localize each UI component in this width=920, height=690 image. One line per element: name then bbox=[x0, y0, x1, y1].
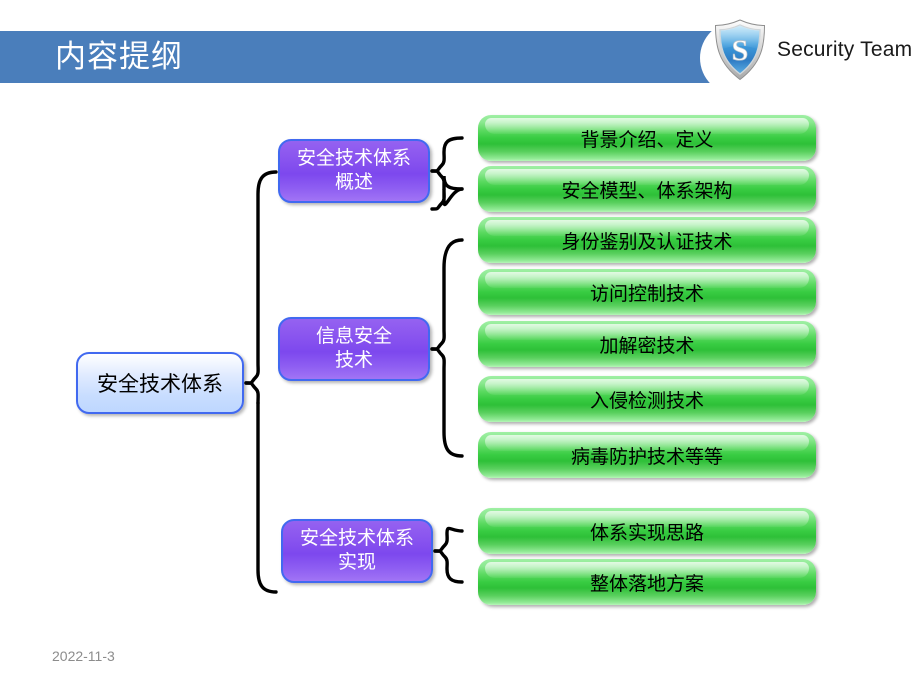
node-branch-1-label: 安全技术体系 概述 bbox=[296, 148, 411, 193]
slide-date: 2022-11-3 bbox=[52, 648, 115, 664]
node-branch-3[interactable]: 安全技术体系 实现 bbox=[281, 519, 433, 583]
node-root-label: 安全技术体系 bbox=[97, 373, 223, 396]
connector-branch2-brace-upper bbox=[430, 238, 464, 351]
node-branch-3-label: 安全技术体系 实现 bbox=[299, 528, 414, 573]
node-leaf-label: 安全模型、体系架构 bbox=[561, 180, 733, 202]
diagram-bracket-tree: 安全技术体系 安全技术体系 概述 信息安全 技术 安全技术体系 实现 背景介绍、… bbox=[0, 0, 920, 690]
node-branch-2[interactable]: 信息安全 技术 bbox=[278, 317, 430, 381]
node-leaf-label: 身份鉴别及认证技术 bbox=[561, 231, 733, 253]
slide-canvas: 内容提纲 S Security Team 安全技术体系 安全技术体系 概述 信息… bbox=[0, 0, 920, 690]
node-leaf-label: 整体落地方案 bbox=[589, 573, 704, 595]
node-root[interactable]: 安全技术体系 bbox=[76, 352, 244, 414]
node-branch-2-label: 信息安全 技术 bbox=[315, 326, 392, 371]
connector-branch2-brace-lower bbox=[430, 347, 464, 458]
node-leaf[interactable]: 病毒防护技术等等 bbox=[478, 432, 816, 478]
node-leaf[interactable]: 背景介绍、定义 bbox=[478, 115, 816, 161]
node-leaf[interactable]: 体系实现思路 bbox=[478, 508, 816, 554]
connector-root-brace bbox=[244, 170, 278, 385]
connector-root-brace-tip bbox=[244, 381, 260, 405]
connector-branch3-brace-lower bbox=[433, 549, 464, 584]
node-leaf-label: 入侵检测技术 bbox=[589, 390, 704, 412]
node-leaf[interactable]: 安全模型、体系架构 bbox=[478, 166, 816, 212]
node-leaf[interactable]: 身份鉴别及认证技术 bbox=[478, 217, 816, 263]
connector-root-to-branch-3 bbox=[256, 401, 278, 594]
connector-branch1-brace-tip bbox=[430, 169, 464, 191]
node-leaf-label: 病毒防护技术等等 bbox=[570, 446, 723, 468]
node-leaf-label: 体系实现思路 bbox=[589, 522, 704, 544]
connector-branch3-brace-upper bbox=[433, 526, 464, 553]
node-leaf-label: 背景介绍、定义 bbox=[580, 129, 714, 151]
node-leaf[interactable]: 加解密技术 bbox=[478, 321, 816, 367]
node-leaf[interactable]: 入侵检测技术 bbox=[478, 376, 816, 422]
node-leaf[interactable]: 访问控制技术 bbox=[478, 269, 816, 315]
node-leaf-label: 访问控制技术 bbox=[589, 283, 704, 305]
connector-branch1-lower bbox=[430, 187, 464, 211]
node-branch-1[interactable]: 安全技术体系 概述 bbox=[278, 139, 430, 203]
connector-branch1-brace bbox=[430, 136, 464, 173]
node-leaf[interactable]: 整体落地方案 bbox=[478, 559, 816, 605]
node-leaf-label: 加解密技术 bbox=[599, 335, 695, 357]
